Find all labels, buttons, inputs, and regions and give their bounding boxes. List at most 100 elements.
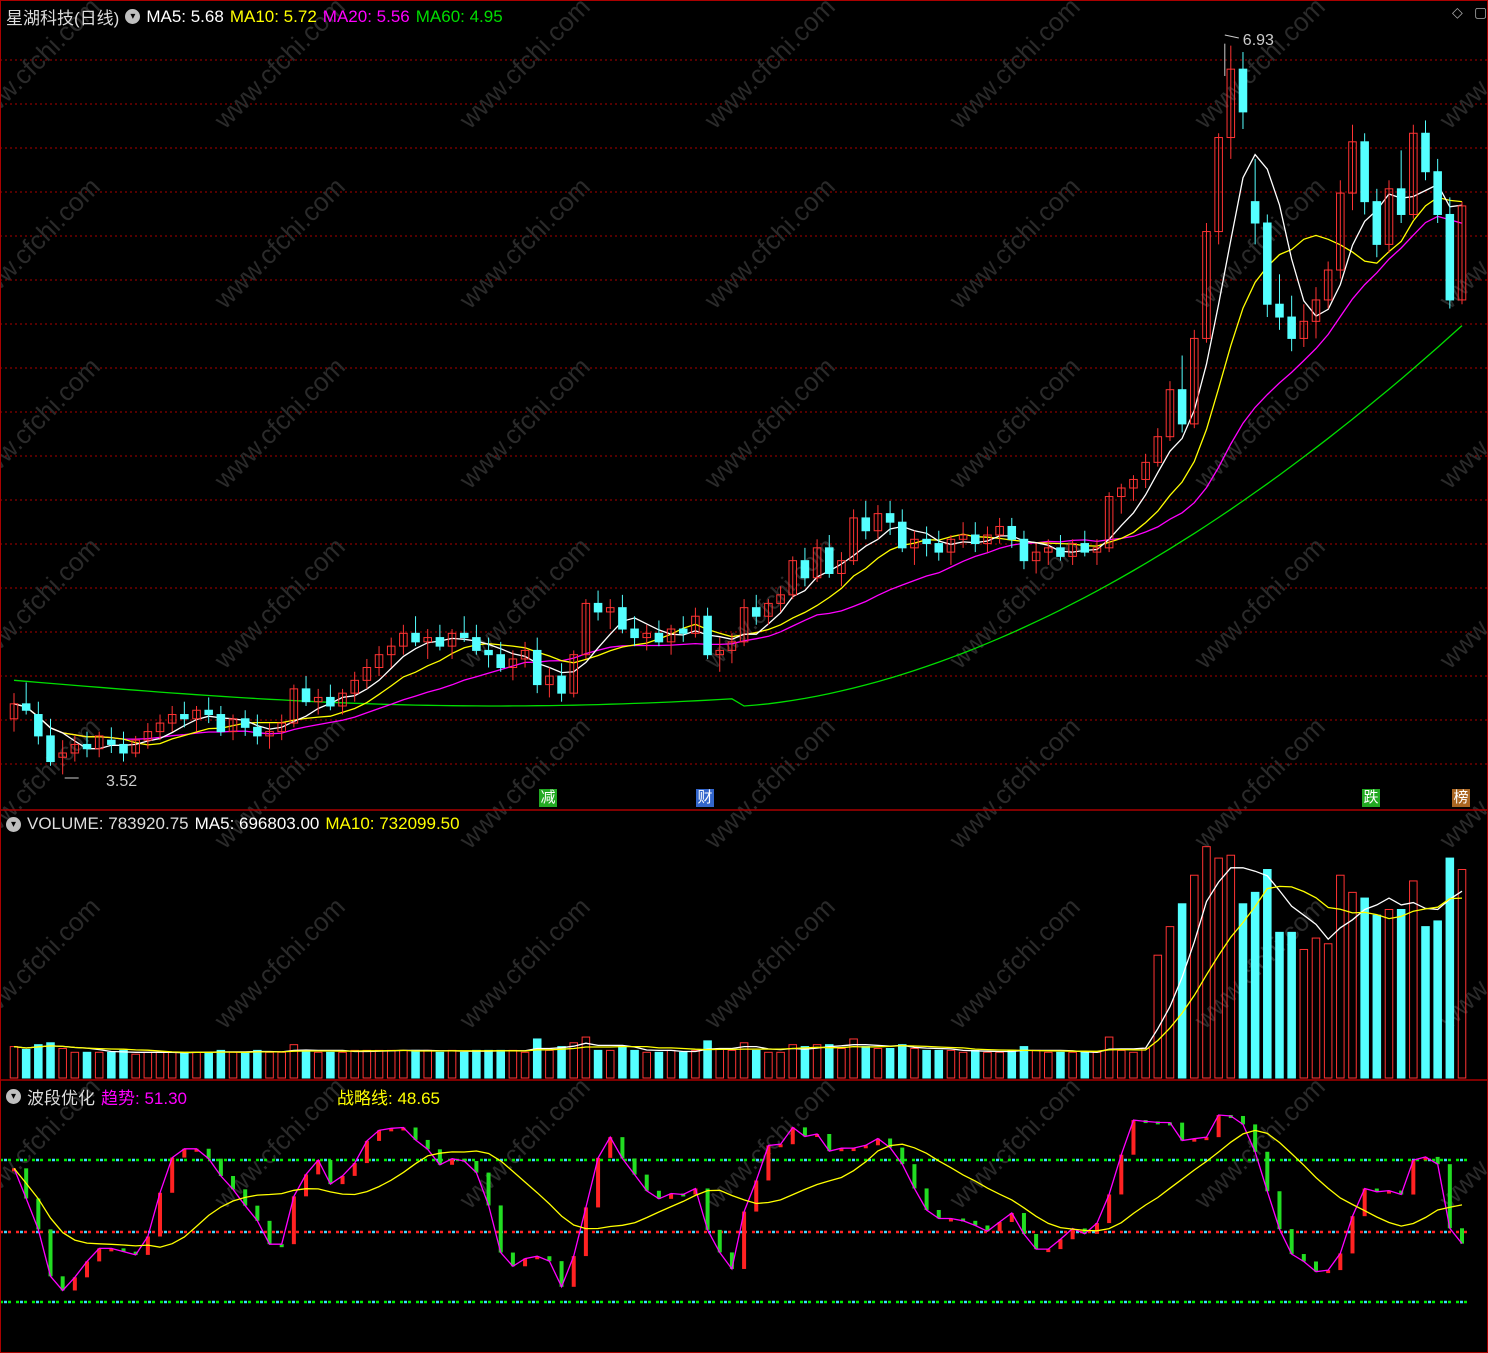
candle-body [1372, 201, 1382, 245]
volume-bar [496, 1049, 505, 1079]
volume-bar [1396, 908, 1406, 1079]
candle-body [326, 696, 335, 707]
candle-body [82, 743, 92, 750]
volume-bar [557, 1046, 566, 1079]
volume-bar [107, 1051, 116, 1079]
candle-body [532, 649, 542, 686]
candle-body [1396, 188, 1406, 215]
candle-body [301, 688, 311, 703]
volume-bar [1238, 903, 1248, 1079]
candle-body [1360, 141, 1369, 203]
volume-bar [21, 1048, 31, 1079]
volume-bar [1433, 920, 1442, 1079]
volume-bar [934, 1049, 944, 1079]
volume-bar [119, 1049, 128, 1079]
volume-bar [1007, 1049, 1017, 1079]
candle-body [435, 637, 445, 647]
volume-bar [1019, 1046, 1029, 1079]
volume-bar [971, 1049, 980, 1079]
volume-bar [1275, 931, 1284, 1079]
volume-settings-icon[interactable]: ▾ [6, 816, 21, 832]
volume-header: ▾ VOLUME: 783920.75 MA5: 696803.00 MA10:… [6, 814, 466, 834]
volume-value: VOLUME: 783920.75 [27, 814, 189, 833]
settings-toggle-icon[interactable]: ▾ [125, 9, 141, 24]
volume-bar [703, 1040, 712, 1079]
marker-cai[interactable]: 财 [696, 789, 714, 807]
candle-body [119, 743, 128, 754]
marker-die[interactable]: 跌 [1362, 789, 1380, 807]
volume-bar [1177, 903, 1187, 1079]
diamond-icon[interactable]: ◇ [1452, 4, 1463, 21]
volume-bar [922, 1049, 931, 1079]
candle-body [411, 632, 420, 643]
volume-bar [1080, 1051, 1090, 1079]
volume-bar [1445, 857, 1455, 1079]
volume-ma5-value: MA5: 696803.00 [194, 814, 320, 833]
candle-body [484, 649, 493, 656]
marker-jian[interactable]: 减 [539, 789, 557, 807]
volume-bar [82, 1051, 92, 1079]
candle-body [824, 547, 834, 574]
strategy-value: 战略线: 48.65 [337, 1089, 440, 1108]
candle-body [922, 538, 931, 545]
volume-bar [1263, 869, 1272, 1079]
candle-body [204, 709, 213, 716]
volume-bar [204, 1051, 213, 1079]
volume-bar [326, 1051, 335, 1079]
volume-bar [459, 1051, 469, 1079]
candle-body [678, 628, 688, 634]
volume-bar [885, 1047, 895, 1079]
candle-body [630, 628, 639, 639]
ma20-value: MA20: 5.56 [322, 6, 410, 26]
volume-bar [751, 1049, 761, 1079]
marker-jian-label: 减 [540, 789, 556, 806]
candle-body [459, 632, 469, 639]
marker-bang[interactable]: 榜 [1452, 789, 1470, 807]
volume-bar [1421, 926, 1430, 1079]
volume-ma10-value: MA10: 732099.50 [325, 814, 460, 833]
marker-die-label: 跌 [1363, 789, 1379, 806]
volume-bar [216, 1049, 226, 1079]
volume-bar [593, 1049, 603, 1079]
low-annotation: 3.52 [106, 773, 137, 790]
marker-cai-label: 财 [697, 789, 713, 806]
volume-bar [240, 1051, 250, 1079]
volume-bar [618, 1046, 627, 1079]
candle-body [1080, 543, 1090, 553]
stock-name: 星湖科技(日线) [6, 9, 120, 28]
marker-bang-label: 榜 [1453, 789, 1469, 806]
candle-body [1263, 222, 1272, 305]
volume-bar [800, 1046, 810, 1079]
candle-body [107, 739, 116, 745]
candle-body [897, 521, 907, 549]
candle-body [240, 718, 250, 728]
candle-body [934, 543, 944, 553]
candle-body [34, 714, 43, 737]
candle-body [46, 735, 55, 763]
indicator-settings-icon[interactable]: ▾ [6, 1089, 21, 1104]
candle-body [253, 726, 262, 737]
candle-body [703, 615, 712, 656]
volume-bar [861, 1046, 871, 1079]
ma10-value: MA10: 5.72 [229, 6, 317, 26]
candle-body [1056, 547, 1065, 557]
ma5-value: MA5: 5.68 [146, 6, 224, 26]
volume-bar [484, 1049, 493, 1079]
stock-chart[interactable]: www.cfchi.com www.cfchi.com www.cfchi.com w… [0, 0, 1488, 1353]
candle-body [496, 654, 505, 669]
candle-body [593, 602, 603, 613]
candle-body [472, 637, 481, 651]
volume-bar [1360, 897, 1369, 1079]
volume-bar [1287, 931, 1296, 1079]
volume-bar [411, 1049, 420, 1079]
ma60-value: MA60: 4.95 [415, 6, 503, 26]
volume-bar [46, 1042, 55, 1079]
square-icon[interactable]: ▢ [1474, 4, 1487, 21]
candle-body [1287, 316, 1296, 339]
candle-body [180, 714, 189, 720]
candle-body [1238, 68, 1248, 113]
candle-body [1433, 171, 1442, 215]
candle-body [885, 513, 895, 523]
candle-body [557, 675, 566, 694]
volume-bar [824, 1044, 834, 1079]
